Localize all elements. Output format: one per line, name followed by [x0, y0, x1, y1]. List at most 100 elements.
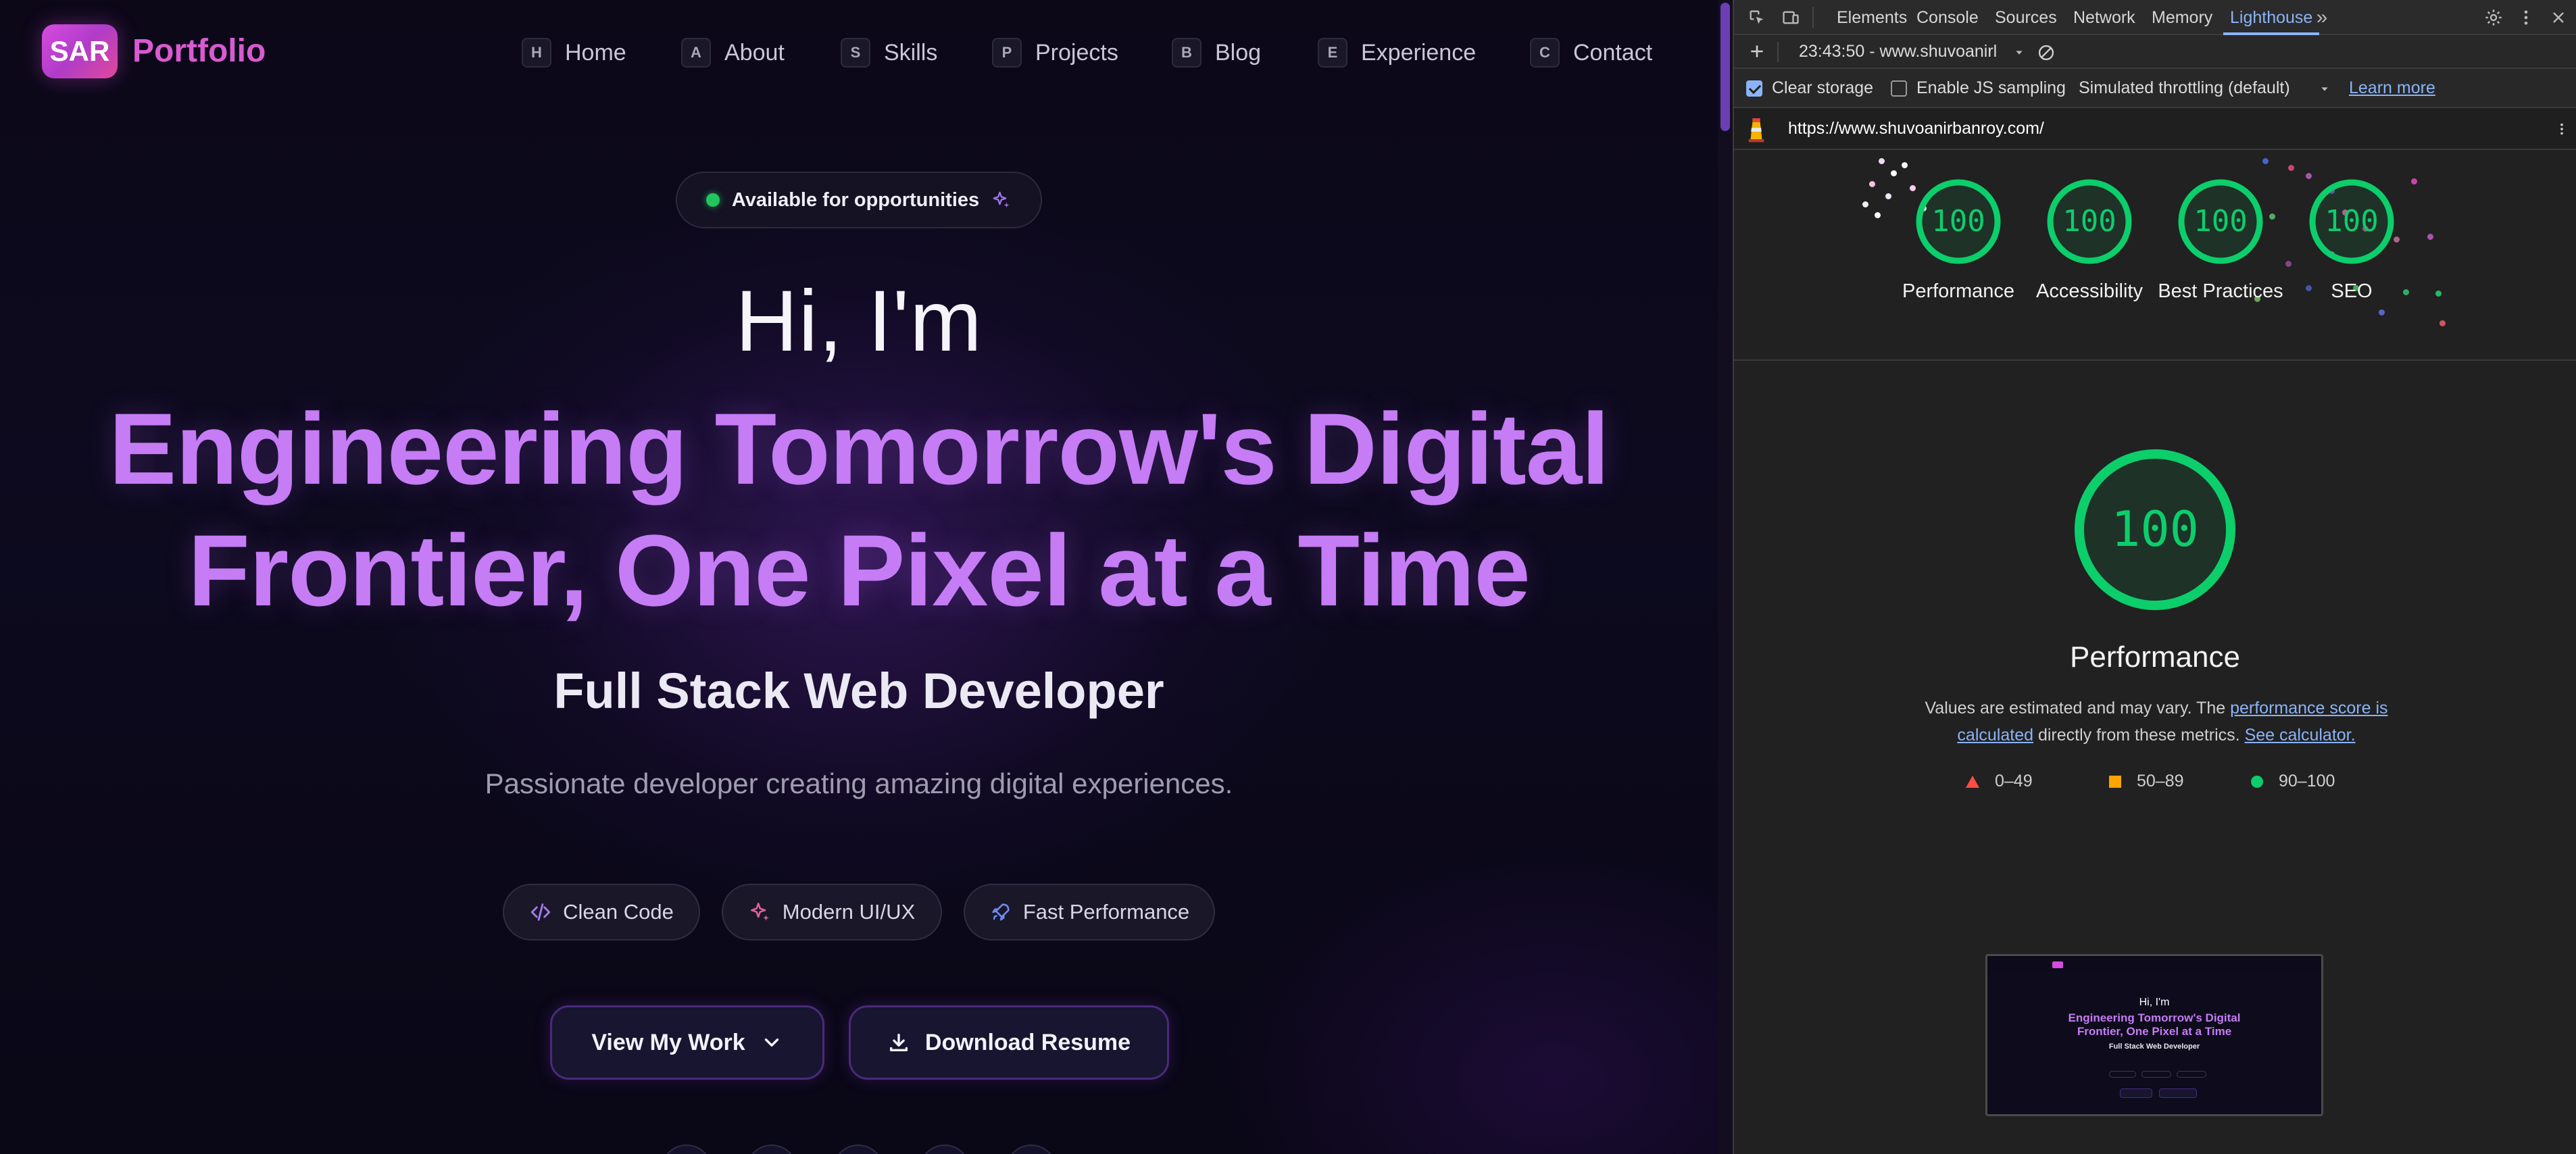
- legend-range: 90–100: [2279, 772, 2335, 791]
- report-divider: [1734, 359, 2576, 361]
- nav-key-contact: C: [1530, 38, 1560, 68]
- social-link-icon[interactable]: [833, 1145, 884, 1154]
- page-scrollbar-thumb[interactable]: [1720, 3, 1730, 131]
- headline-line-1: Engineering Tomorrow's Digital: [109, 392, 1610, 505]
- code-icon: [530, 903, 551, 921]
- thumbnail-navbar: [1987, 956, 2321, 972]
- score-value: 100: [2325, 204, 2378, 239]
- button-label: Download Resume: [924, 1029, 1131, 1055]
- social-link-icon[interactable]: [1006, 1145, 1057, 1154]
- close-devtools-icon[interactable]: [2548, 7, 2569, 28]
- tagline: Passionate developer creating amazing di…: [485, 768, 1233, 799]
- sparkles-icon: [750, 902, 769, 921]
- inspect-element-icon[interactable]: [1746, 7, 1768, 28]
- audited-url: https://www.shuvoanirbanroy.com/: [1788, 119, 2044, 138]
- nav-key-blog: B: [1172, 38, 1202, 68]
- tab-network[interactable]: Network: [2073, 5, 2135, 30]
- score-label-best-practices: Best Practices: [2158, 280, 2283, 302]
- js-sampling-checkbox[interactable]: [1891, 80, 1907, 97]
- score-label-accessibility: Accessibility: [2036, 280, 2143, 302]
- pill-clean-code: Clean Code: [503, 884, 700, 940]
- page-scrollbar[interactable]: [1718, 0, 1733, 1154]
- thumbnail-pill: [2109, 1071, 2136, 1078]
- main-score-value: 100: [2111, 501, 2199, 557]
- social-link-icon[interactable]: [661, 1145, 712, 1154]
- url-menu-icon[interactable]: [2554, 119, 2569, 139]
- lighthouse-report: 100 100 100 100 Performance Accessibilit…: [1734, 150, 2576, 1154]
- chevron-down-icon: [764, 1038, 778, 1047]
- pill-label: Clean Code: [563, 900, 674, 924]
- score-gauge-accessibility[interactable]: 100: [2045, 177, 2134, 266]
- nav-label-home: Home: [565, 39, 626, 66]
- report-selector[interactable]: 23:43:50 - www.shuvoanirl: [1799, 42, 1997, 61]
- score-value: 100: [2062, 204, 2116, 239]
- thumbnail-pill: [2141, 1071, 2171, 1078]
- download-icon: [889, 1033, 908, 1052]
- legend-range: 50–89: [2137, 772, 2184, 791]
- logo-badge[interactable]: SAR: [42, 24, 118, 78]
- headline-line-2: Frontier, One Pixel at a Time: [188, 513, 1531, 627]
- tab-elements[interactable]: Elements: [1837, 5, 1907, 30]
- social-link-icon[interactable]: [746, 1145, 797, 1154]
- see-calculator-link[interactable]: See calculator.: [2245, 726, 2356, 745]
- tab-console[interactable]: Console: [1916, 5, 1979, 30]
- thumbnail-role: Full Stack Web Developer: [2108, 1043, 2200, 1051]
- learn-more-link[interactable]: Learn more: [2349, 78, 2435, 98]
- sparkles-icon: [993, 191, 1010, 208]
- social-link-icon[interactable]: [919, 1145, 970, 1154]
- nav-contact[interactable]: C Contact: [1530, 36, 1652, 69]
- tab-lighthouse[interactable]: Lighthouse: [2223, 5, 2320, 35]
- nav-home[interactable]: H Home: [522, 36, 626, 69]
- thumbnail-pill: [2177, 1071, 2206, 1078]
- thumbnail-logo: [2052, 961, 2063, 968]
- throttling-select[interactable]: Simulated throttling (default): [2079, 78, 2290, 98]
- legend-average: 50–89: [2108, 772, 2184, 791]
- page-screenshot-thumbnail[interactable]: Hi, I'm Engineering Tomorrow's Digital F…: [1985, 954, 2323, 1116]
- throttling-dropdown-icon[interactable]: [2319, 84, 2330, 95]
- greeting: Hi, I'm: [735, 273, 983, 370]
- nav-key-about: A: [681, 38, 711, 68]
- score-gauge-performance[interactable]: 100: [1914, 177, 2003, 266]
- clear-reports-icon[interactable]: [2037, 43, 2056, 62]
- tab-memory[interactable]: Memory: [2152, 5, 2212, 30]
- circle-icon: [2251, 775, 2263, 788]
- score-label-performance: Performance: [1902, 280, 2014, 302]
- device-toolbar-icon[interactable]: [1780, 7, 1802, 28]
- hero-headline: Engineering Tomorrow's Digital Frontier,…: [0, 388, 1718, 631]
- report-dropdown-icon[interactable]: [2014, 47, 2025, 58]
- view-my-work-button[interactable]: View My Work: [550, 1005, 824, 1080]
- devtools-panel: Elements Console Sources Network Memory …: [1733, 0, 2576, 1154]
- kebab-menu-icon[interactable]: [2515, 7, 2537, 28]
- score-gauge-seo[interactable]: 100: [2307, 177, 2396, 266]
- availability-badge: Available for opportunities: [676, 172, 1042, 228]
- nav-label-projects: Projects: [1035, 39, 1118, 66]
- nav-label-about: About: [724, 39, 785, 66]
- nav-experience[interactable]: E Experience: [1318, 36, 1476, 69]
- lighthouse-options-bar: Clear storage Enable JS sampling Simulat…: [1734, 69, 2576, 108]
- nav-skills[interactable]: S Skills: [841, 36, 937, 69]
- nav-label-experience: Experience: [1361, 39, 1477, 66]
- more-tabs-icon[interactable]: »: [2311, 6, 2333, 28]
- role-title: Full Stack Web Developer: [553, 663, 1164, 719]
- tab-sources[interactable]: Sources: [1995, 5, 2057, 30]
- new-report-plus-icon[interactable]: [1746, 41, 1768, 62]
- nav-key-experience: E: [1318, 38, 1347, 68]
- triangle-icon: [1966, 775, 1979, 788]
- nav-blog[interactable]: B Blog: [1172, 36, 1261, 69]
- download-resume-button[interactable]: Download Resume: [849, 1005, 1169, 1080]
- lighthouse-logo-icon: [1748, 118, 1764, 143]
- settings-gear-icon[interactable]: [2483, 7, 2504, 28]
- legend-pass: 90–100: [2250, 772, 2335, 791]
- rocket-icon: [992, 903, 1010, 921]
- nav-projects[interactable]: P Projects: [992, 36, 1118, 69]
- desc-middle: directly from these metrics.: [2033, 726, 2245, 745]
- nav-label-blog: Blog: [1215, 39, 1262, 66]
- logo-text[interactable]: Portfolio: [132, 32, 266, 70]
- pill-label: Modern UI/UX: [782, 900, 916, 924]
- score-gauge-best-practices[interactable]: 100: [2176, 177, 2265, 266]
- nav-key-home: H: [522, 38, 551, 68]
- clear-storage-checkbox[interactable]: [1746, 80, 1762, 97]
- nav-about[interactable]: A About: [681, 36, 785, 69]
- performance-description: Values are estimated and may vary. The p…: [1910, 695, 2403, 749]
- thumbnail-button: [2120, 1088, 2152, 1098]
